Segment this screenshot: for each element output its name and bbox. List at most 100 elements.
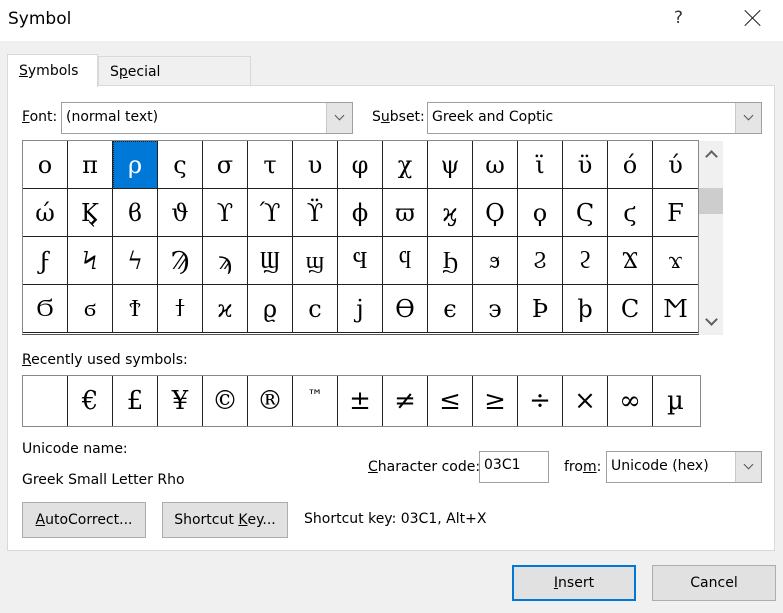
symbol-cell[interactable]: ς xyxy=(158,141,203,189)
autocorrect-button[interactable]: AutoCorrect... xyxy=(22,502,146,538)
recent-symbol-cell[interactable]: € xyxy=(68,376,113,426)
symbol-cell[interactable]: ϛ xyxy=(608,189,653,237)
symbol-cell[interactable]: ϫ xyxy=(653,237,698,285)
symbol-cell[interactable]: ϥ xyxy=(383,237,428,285)
symbol-cell[interactable]: ϊ xyxy=(518,141,563,189)
recent-symbol-cell[interactable]: ÷ xyxy=(518,376,563,426)
symbol-cell[interactable]: ϯ xyxy=(158,285,203,333)
symbol-cell[interactable]: ϧ xyxy=(473,237,518,285)
symbol-cell[interactable]: Ϡ xyxy=(158,237,203,285)
scroll-down-icon[interactable] xyxy=(699,311,723,333)
recent-symbol-cell[interactable]: ∞ xyxy=(608,376,653,426)
symbol-cell[interactable]: Ϛ xyxy=(563,189,608,237)
symbol-cell[interactable]: Ϣ xyxy=(248,237,293,285)
symbol-cell[interactable]: Ϭ xyxy=(23,285,68,333)
recent-symbols-grid[interactable]: € £ ¥ © ® ™ ± ≠ ≤ ≥ ÷ × ∞ µ xyxy=(22,375,701,427)
symbol-cell[interactable]: ϗ xyxy=(428,189,473,237)
tab-symbols[interactable]: Symbols xyxy=(7,54,98,87)
symbol-cell[interactable]: χ xyxy=(383,141,428,189)
shortcut-key-button[interactable]: Shortcut Key... xyxy=(162,502,288,538)
symbol-grid-scrollbar[interactable] xyxy=(699,141,723,335)
from-select[interactable]: Unicode (hex) xyxy=(606,451,762,483)
symbol-cell[interactable]: ϱ xyxy=(248,285,293,333)
symbol-cell[interactable]: ώ xyxy=(23,189,68,237)
recent-symbol-cell[interactable]: £ xyxy=(113,376,158,426)
recent-symbol-cell[interactable]: ≤ xyxy=(428,376,473,426)
symbol-cell[interactable]: ϐ xyxy=(113,189,158,237)
font-label-text: ont: xyxy=(29,109,58,125)
symbol-cell[interactable]: ϑ xyxy=(158,189,203,237)
symbol-cell[interactable]: ϴ xyxy=(383,285,428,333)
symbol-cell[interactable]: ο xyxy=(23,141,68,189)
chevron-down-icon[interactable] xyxy=(735,103,761,133)
tab-special-characters[interactable]: Special Characters xyxy=(98,56,251,110)
symbol-cell[interactable]: Ϧ xyxy=(428,237,473,285)
symbol-cell[interactable]: ϖ xyxy=(383,189,428,237)
from-label-text: : xyxy=(596,459,602,475)
symbol-cell[interactable]: Ϻ xyxy=(653,285,698,333)
recent-symbol-cell[interactable]: ≥ xyxy=(473,376,518,426)
subset-select[interactable]: Greek and Coptic xyxy=(427,102,762,134)
from-label: from: xyxy=(564,459,601,475)
insert-button[interactable]: Insert xyxy=(512,565,636,601)
symbol-cell[interactable]: ϋ xyxy=(563,141,608,189)
symbol-cell[interactable]: ϡ xyxy=(203,237,248,285)
symbol-cell[interactable]: Ϯ xyxy=(113,285,158,333)
close-icon[interactable] xyxy=(740,6,766,32)
symbol-cell[interactable]: ϙ xyxy=(518,189,563,237)
symbol-cell[interactable]: ϲ xyxy=(293,285,338,333)
symbol-cell[interactable]: ύ xyxy=(653,141,698,189)
scrollbar-thumb[interactable] xyxy=(699,188,723,214)
recent-symbol-cell[interactable]: × xyxy=(563,376,608,426)
recent-symbol-cell[interactable]: ¥ xyxy=(158,376,203,426)
recent-symbol-cell[interactable]: ≠ xyxy=(383,376,428,426)
symbol-cell[interactable]: ϒ xyxy=(203,189,248,237)
symbol-cell[interactable]: Ϲ xyxy=(608,285,653,333)
symbol-cell[interactable]: σ xyxy=(203,141,248,189)
symbol-cell[interactable]: Ϥ xyxy=(338,237,383,285)
recent-symbol-cell[interactable]: ™ xyxy=(293,376,338,426)
recent-symbol-cell[interactable]: µ xyxy=(653,376,698,426)
symbol-cell[interactable]: π xyxy=(68,141,113,189)
scroll-up-icon[interactable] xyxy=(699,143,723,165)
symbol-cell[interactable]: ϟ xyxy=(113,237,158,285)
symbol-cell[interactable]: ϣ xyxy=(293,237,338,285)
from-label-mnemonic: m xyxy=(582,459,597,475)
font-select[interactable]: (normal text) xyxy=(61,102,353,134)
symbol-cell[interactable]: Ϫ xyxy=(608,237,653,285)
symbol-cell[interactable]: ω xyxy=(473,141,518,189)
symbol-cell[interactable]: υ xyxy=(293,141,338,189)
symbol-cell[interactable]: ψ xyxy=(428,141,473,189)
symbol-cell[interactable]: ϶ xyxy=(473,285,518,333)
symbol-cell[interactable]: ϔ xyxy=(293,189,338,237)
recent-symbol-cell[interactable] xyxy=(23,376,68,426)
symbol-cell[interactable]: ϕ xyxy=(338,189,383,237)
symbol-cell[interactable]: τ xyxy=(248,141,293,189)
symbol-cell[interactable]: Ϝ xyxy=(653,189,698,237)
recent-symbol-cell[interactable]: © xyxy=(203,376,248,426)
symbol-cell[interactable]: ϰ xyxy=(203,285,248,333)
symbol-cell[interactable]: Ϗ xyxy=(68,189,113,237)
recent-symbol-cell[interactable]: ± xyxy=(338,376,383,426)
chevron-down-icon[interactable] xyxy=(735,452,761,482)
symbol-grid[interactable]: οπρςστυφχψωϊϋόύ ώϏϐϑϒϓϔϕϖϗϘϙϚϛϜϝϞϟϠϡϢϣϤϥϦ… xyxy=(22,140,699,335)
symbol-cell[interactable]: Ϟ xyxy=(68,237,113,285)
character-code-input[interactable]: 03C1 xyxy=(479,451,549,483)
symbol-cell-selected[interactable]: ρ xyxy=(113,141,158,189)
symbol-cell[interactable]: ό xyxy=(608,141,653,189)
symbol-cell[interactable]: ϝ xyxy=(23,237,68,285)
symbol-cell[interactable]: ϳ xyxy=(338,285,383,333)
help-button[interactable]: ? xyxy=(674,8,683,28)
symbol-cell[interactable]: ϩ xyxy=(563,237,608,285)
chevron-down-icon[interactable] xyxy=(326,103,352,133)
symbol-cell[interactable]: Ϸ xyxy=(518,285,563,333)
symbol-cell[interactable]: ϭ xyxy=(68,285,113,333)
symbol-cell[interactable]: ϸ xyxy=(563,285,608,333)
symbol-cell[interactable]: Ϩ xyxy=(518,237,563,285)
symbol-cell[interactable]: ϵ xyxy=(428,285,473,333)
cancel-button[interactable]: Cancel xyxy=(652,565,776,601)
symbol-cell[interactable]: Ϙ xyxy=(473,189,518,237)
symbol-cell[interactable]: ϓ xyxy=(248,189,293,237)
recent-symbol-cell[interactable]: ® xyxy=(248,376,293,426)
symbol-cell[interactable]: φ xyxy=(338,141,383,189)
